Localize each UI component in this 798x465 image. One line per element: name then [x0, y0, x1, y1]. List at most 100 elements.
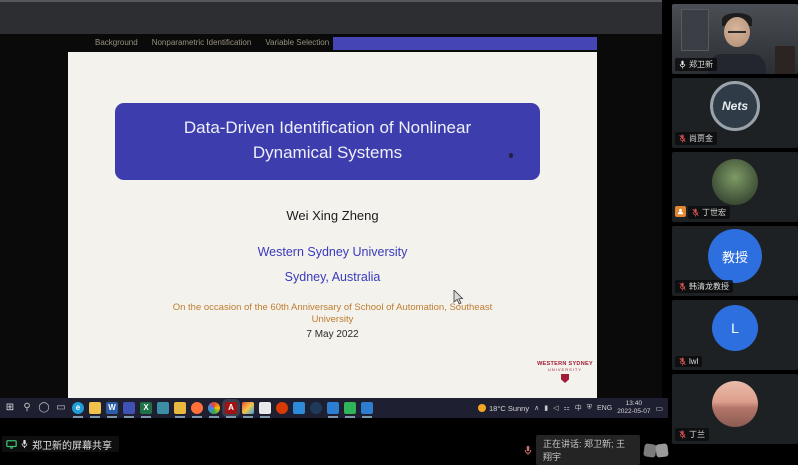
occasion-line1: On the occasion of the 60th Anniversary … [68, 302, 597, 314]
presentation-viewport: Background Nonparametric Identification … [0, 34, 662, 398]
person-glasses [728, 28, 746, 33]
menu-item-nonparametric[interactable]: Nonparametric Identification [152, 38, 252, 47]
avatar-photo [712, 159, 758, 205]
participant-label: 丁世宏 [675, 206, 730, 219]
university-shield-icon [561, 374, 569, 383]
monitor-icon [6, 440, 17, 449]
participant-tile[interactable]: 丁兰 [672, 374, 798, 444]
mic-muted-icon [679, 430, 686, 439]
participant-tile[interactable]: Nets 尚贾金 [672, 78, 798, 148]
app-navy-icon[interactable] [310, 402, 322, 414]
presentation-slide: Data-Driven Identification of Nonlinear … [68, 52, 597, 398]
slide-affiliation-2: Sydney, Australia [68, 270, 597, 284]
battery-icon[interactable]: ▮ [544, 404, 548, 412]
participant-name: 韩清龙教授 [689, 281, 729, 292]
menu-item-variable-selection[interactable]: Variable Selection [265, 38, 329, 47]
photos-icon[interactable] [242, 402, 254, 414]
weather-widget[interactable]: 18°C Sunny [478, 404, 529, 413]
screen-share-banner: 郑卫新的屏幕共享 [2, 436, 119, 452]
university-logo: WESTERN SYDNEY UNIVERSITY [530, 361, 600, 383]
participant-label: lwl [675, 356, 702, 367]
participant-tile[interactable]: 丁世宏 [672, 152, 798, 222]
firefox-icon[interactable] [191, 402, 203, 414]
whiteboard-icon[interactable] [344, 402, 356, 414]
participant-label: 郑卫新 [675, 58, 717, 71]
slide-title-line2: Dynamical Systems [115, 141, 540, 166]
slide-occasion-text: On the occasion of the 60th Anniversary … [68, 302, 597, 327]
participant-label: 尚贾金 [675, 132, 717, 145]
mic-muted-icon [679, 357, 686, 366]
mic-muted-icon [679, 134, 686, 143]
cortana-icon[interactable]: ◯ [38, 402, 50, 414]
search-icon[interactable]: ⚲ [21, 402, 33, 414]
app-lightblue-icon[interactable] [293, 402, 305, 414]
mic-muted-icon [679, 282, 686, 291]
weather-sun-icon [478, 404, 486, 412]
hidden-icons-chevron[interactable]: ∧ [534, 404, 539, 412]
participant-tile-video[interactable]: 郑卫新 [672, 4, 798, 74]
chair [775, 46, 795, 74]
system-tray-icons: ∧ ▮ ◁ ⚏ 中 ⛨ ENG [534, 403, 612, 413]
avatar-nets: Nets [710, 81, 760, 131]
volume-icon[interactable]: ◁ [553, 404, 558, 412]
chrome-icon[interactable] [208, 402, 220, 414]
avatar-sunset [712, 381, 758, 427]
mic-on-icon [679, 60, 686, 69]
participant-label: 丁兰 [675, 428, 709, 441]
menu-item-background[interactable]: Background [95, 38, 138, 47]
speaking-banner-text: 正在讲话: 郑卫新; 王翔宇 [536, 435, 640, 465]
avatar-text: 教授 [708, 229, 762, 283]
notepad-icon[interactable] [259, 402, 271, 414]
action-center-icon[interactable]: ▭ [655, 404, 663, 413]
participant-label: 韩清龙教授 [675, 280, 733, 293]
participant-name: lwl [689, 357, 698, 366]
edge-icon[interactable]: e [72, 402, 84, 414]
speaker-avatar-2 [656, 443, 669, 457]
defender-icon[interactable]: ⛨ [587, 404, 592, 412]
app-indigo-icon[interactable] [123, 402, 135, 414]
app-blue2-icon[interactable] [361, 402, 373, 414]
speaking-indicator: 正在讲话: 郑卫新; 王翔宇 [524, 435, 668, 465]
clock-date: 2022-05-07 [617, 408, 650, 416]
office-icon[interactable] [276, 402, 288, 414]
folder-icon[interactable] [174, 402, 186, 414]
participant-name: 尚贾金 [689, 133, 713, 144]
participants-panel: 郑卫新 Nets 尚贾金 [672, 4, 798, 444]
ime-icon[interactable]: 中 [575, 403, 582, 413]
weather-label: 18°C Sunny [489, 404, 529, 413]
participant-tile[interactable]: L lwl [672, 300, 798, 370]
shared-screen-area: Background Nonparametric Identification … [0, 0, 668, 456]
slide-title-line1: Data-Driven Identification of Nonlinear [115, 116, 540, 141]
avatar-letter: L [712, 305, 758, 351]
slide-affiliation-1: Western Sydney University [68, 245, 597, 259]
start-button[interactable]: ⊞ [4, 402, 16, 414]
participant-name: 丁兰 [689, 429, 705, 440]
app-teal-icon[interactable] [157, 402, 169, 414]
clock-time: 13:40 [617, 400, 650, 408]
system-tray: 18°C Sunny ∧ ▮ ◁ ⚏ 中 ⛨ ENG 13:40 2022-05-07 ▭ [478, 398, 663, 418]
windows-taskbar: ⊞ ⚲ ◯ ▭ e W X A 18°C Sunny ∧ ▮ ◁ ⚏ 中 ⛨ ENG 13:40 2022… [0, 398, 668, 418]
slide-date: 7 May 2022 [68, 329, 597, 340]
app-blue-icon[interactable] [327, 402, 339, 414]
participant-tile[interactable]: 教授 韩清龙教授 [672, 226, 798, 296]
mouse-cursor-icon [453, 290, 464, 305]
slide-author: Wei Xing Zheng [68, 208, 597, 223]
acrobat-icon[interactable]: A [225, 402, 237, 414]
taskbar-app-icons: ⊞ ⚲ ◯ ▭ e W X A [4, 398, 373, 418]
wall-art [681, 9, 709, 51]
slide-nav-menu: Background Nonparametric Identification … [95, 38, 349, 47]
file-explorer-icon[interactable] [89, 402, 101, 414]
task-view-icon[interactable]: ▭ [55, 402, 67, 414]
mic-muted-icon [692, 208, 699, 217]
screen-share-top-band [0, 0, 662, 34]
excel-icon[interactable]: X [140, 402, 152, 414]
taskbar-clock[interactable]: 13:40 2022-05-07 [617, 400, 650, 416]
slide-nav-highlight-bar [333, 37, 597, 50]
laser-pointer-dot [509, 153, 513, 158]
word-icon[interactable]: W [106, 402, 118, 414]
participant-name: 郑卫新 [689, 59, 713, 70]
participant-name: 丁世宏 [702, 207, 726, 218]
language-icon[interactable]: ENG [597, 405, 612, 412]
network-icon[interactable]: ⚏ [563, 404, 569, 412]
occasion-line2: University [68, 314, 597, 326]
